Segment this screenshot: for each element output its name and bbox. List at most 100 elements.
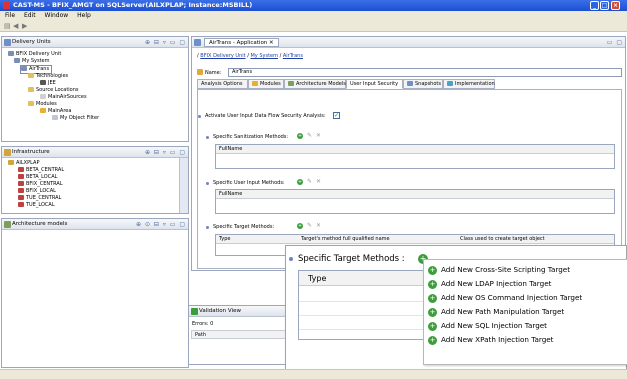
folder-icon [28,101,34,106]
name-label: Name: [205,70,222,76]
tab-user-input-security[interactable]: User Input Security [346,79,403,89]
menu-file[interactable]: File [5,12,15,19]
module-icon [40,108,46,113]
add-icon: + [428,266,437,275]
java-icon [40,80,46,85]
breadcrumb-delivery-unit[interactable]: BFIX Delivery Unit [200,53,245,59]
tree-item[interactable]: Modules [28,101,57,108]
tree-item[interactable]: TUE_LOCAL [18,202,55,208]
edit-user-input-icon[interactable]: ✎ [307,179,312,185]
add-target-icon[interactable]: + [297,223,303,229]
add-user-input-icon[interactable]: + [297,179,303,185]
tab-snapshots[interactable]: Snapshots [403,79,443,89]
tree-item[interactable]: Technologies [28,73,68,80]
errors-count: Errors: 0 [192,321,214,327]
menu-help[interactable]: Help [77,12,91,19]
delivery-units-icon [4,39,11,46]
tab-analysis-options[interactable]: Analysis Options [197,79,248,89]
architecture-models-title: Architecture models [12,221,68,227]
tree-item[interactable]: Source Locations [28,87,79,94]
column-header-method[interactable]: Target's method full qualified name [301,235,390,244]
server-icon [8,160,14,165]
breadcrumb-system[interactable]: My System [250,53,278,59]
menu-item-add-xpath-injection[interactable]: + Add New XPath Injection Target [424,333,627,347]
add-sanitization-icon[interactable]: + [297,133,303,139]
tree-item[interactable]: BETA_CENTRAL [18,167,64,174]
delivery-units-header: Delivery Units ⊕ ⊟ ▿ ▭ ▢ [2,37,188,48]
column-header-type[interactable]: Type [219,235,230,244]
menu-item-add-xss[interactable]: + Add New Cross-Site Scripting Target [424,263,627,277]
column-header[interactable]: FullName [216,145,614,154]
user-input-label: Specific User Input Methods: [213,180,285,186]
editor-window-tools-icon[interactable]: ▭ ▢ [607,37,623,48]
tree-item[interactable]: BFIX_CENTRAL [18,181,63,188]
delivery-units-title: Delivery Units [12,39,51,45]
path-column-header[interactable]: Path [191,330,286,339]
user-input-table[interactable]: FullName [215,189,615,214]
implementation-icon [447,81,453,86]
sanitization-table[interactable]: FullName [215,144,615,169]
tree-item[interactable]: BFIX_LOCAL [18,188,56,195]
forward-icon[interactable]: ▶ [22,23,29,30]
breadcrumb: / BFIX Delivery Unit / My System / AirTr… [197,53,303,59]
database-icon [18,181,24,186]
tree-item[interactable]: AILXPLAP [8,160,39,167]
column-header-class[interactable]: Class used to create target object [460,235,545,244]
menu-item-add-ldap[interactable]: + Add New LDAP Injection Target [424,277,627,291]
pencil-icon [197,69,203,75]
menu-window[interactable]: Window [45,12,69,19]
menu-item-add-path-manipulation[interactable]: + Add New Path Manipulation Target [424,305,627,319]
folder-icon [28,73,34,78]
system-icon [14,58,20,63]
tab-implementation[interactable]: Implementation [443,79,495,89]
validation-panel: Validation View Errors: 0 Path [188,305,288,365]
menu-item-add-os-command[interactable]: + Add New OS Command Injection Target [424,291,627,305]
filter-icon [52,115,58,120]
tab-architecture-models[interactable]: Architecture Models [284,79,346,89]
editor-header: AirTrans - Application ✕ ▭ ▢ [192,37,625,48]
tree-item[interactable]: BETA_LOCAL [18,174,57,181]
menu-edit[interactable]: Edit [24,12,36,19]
name-field[interactable]: AirTrans [228,68,622,77]
tree-item[interactable]: My Object Filter [52,115,99,122]
minimize-button[interactable]: _ [590,1,599,10]
save-icon[interactable]: ▤ [4,23,11,30]
add-icon: + [428,308,437,317]
architecture-models-header: Architecture models ⊕ ⊙ ⊟ ▿ ▭ ▢ [2,219,188,230]
breadcrumb-application[interactable]: AirTrans [283,53,303,59]
activate-checkbox[interactable]: ✓ [333,112,340,119]
architecture-icon [288,81,294,86]
tree-item[interactable]: JEE [40,80,56,87]
close-button[interactable]: × [611,1,620,10]
architecture-models-panel: Architecture models ⊕ ⊙ ⊟ ▿ ▭ ▢ [1,218,189,368]
tab-modules[interactable]: Modules [248,79,284,89]
panel-tools-icon[interactable]: ⊕ ⊟ ▿ ▭ ▢ [145,147,186,158]
edit-target-icon[interactable]: ✎ [307,223,312,229]
tab-airtrans-application[interactable]: AirTrans - Application ✕ [204,38,279,47]
back-icon[interactable]: ◀ [13,23,20,30]
tree-item[interactable]: MainAirSources [40,94,87,101]
database-icon [18,202,24,207]
panel-tools-icon[interactable]: ⊕ ⊟ ▿ ▭ ▢ [145,37,186,48]
delete-user-input-icon[interactable]: ✕ [316,179,321,185]
infrastructure-header: Infrastructure ⊕ ⊟ ▿ ▭ ▢ [2,147,188,158]
tree-item[interactable]: MainArea [40,108,71,115]
tree-item[interactable]: BFIX Delivery Unit [8,51,61,58]
delete-target-icon[interactable]: ✕ [316,223,321,229]
snapshot-icon [407,81,413,86]
bullet-icon [206,136,209,139]
tree-item[interactable]: TUE_CENTRAL [18,195,61,202]
add-target-menu: + Add New Cross-Site Scripting Target + Ad… [423,259,627,365]
menu-item-add-sql-injection[interactable]: + Add New SQL Injection Target [424,319,627,333]
validation-title: Validation View [199,308,241,314]
column-header[interactable]: FullName [216,190,614,199]
folder-icon [28,87,34,92]
panel-tools-icon[interactable]: ⊕ ⊙ ⊟ ▿ ▭ ▢ [136,219,186,230]
maximize-button[interactable]: □ [600,1,609,10]
delete-sanitization-icon[interactable]: ✕ [316,133,321,139]
sanitization-label: Specific Sanitization Methods: [213,134,289,140]
edit-sanitization-icon[interactable]: ✎ [307,133,312,139]
tree-item[interactable]: My System [14,58,50,65]
editor-icon [194,39,201,46]
infrastructure-scrollbar[interactable] [179,158,188,213]
